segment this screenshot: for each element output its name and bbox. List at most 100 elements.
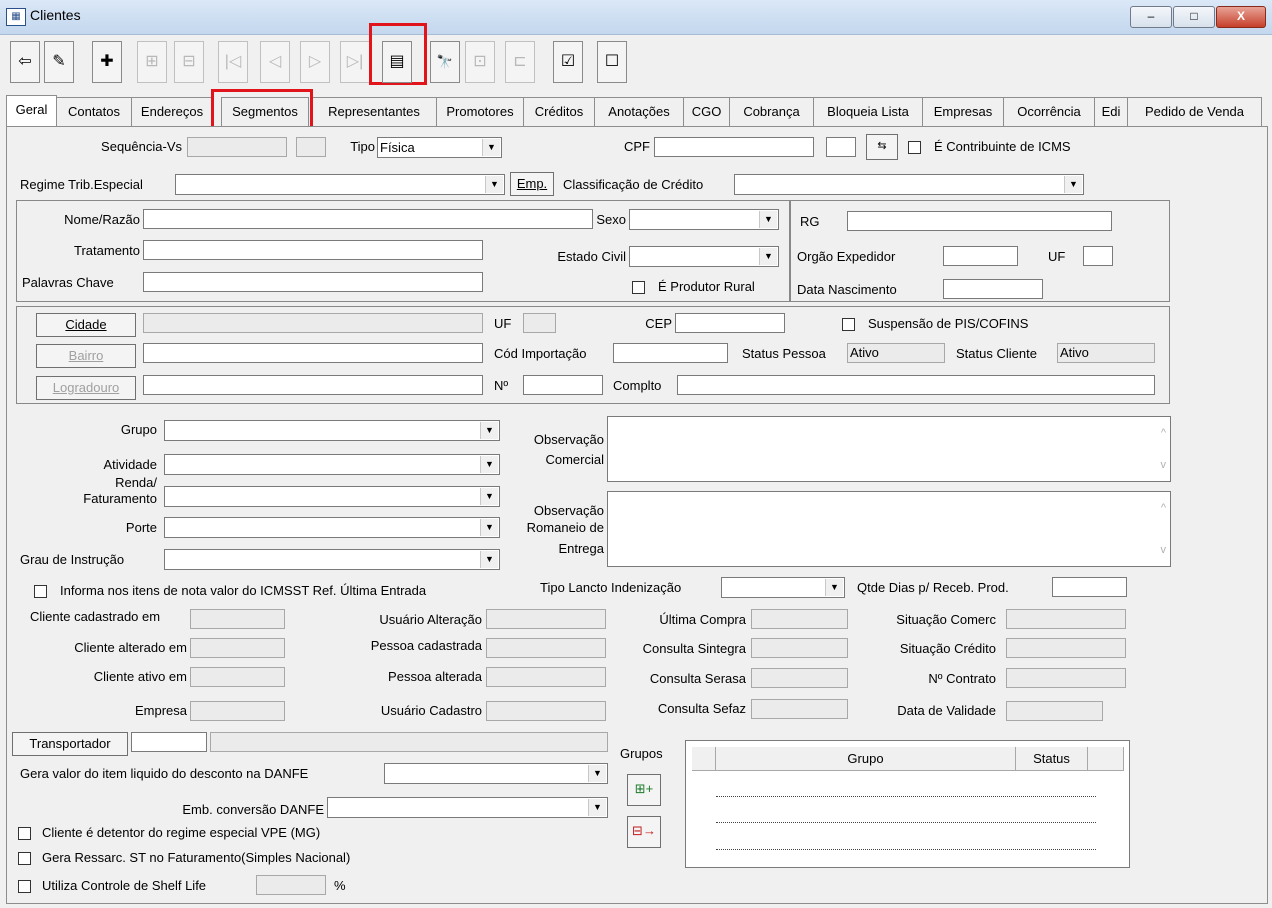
complto-input[interactable] bbox=[677, 375, 1155, 395]
minimize-button[interactable]: – bbox=[1130, 6, 1172, 28]
tab-empresas[interactable]: Empresas bbox=[922, 97, 1004, 126]
scroll-up-icon[interactable]: ^ bbox=[1161, 502, 1166, 514]
grid-header-grupo[interactable]: Grupo bbox=[716, 747, 1016, 771]
sexo-select[interactable]: ▼ bbox=[629, 209, 779, 230]
cidade-button[interactable]: Cidade bbox=[36, 313, 136, 337]
table-row[interactable] bbox=[716, 796, 1096, 798]
next-record-icon[interactable]: ▷ bbox=[300, 41, 330, 83]
insert-icon[interactable]: ⊞ bbox=[137, 41, 167, 83]
qtde-dias-input[interactable] bbox=[1052, 577, 1127, 597]
nascimento-input[interactable] bbox=[943, 279, 1043, 299]
cidade-field bbox=[143, 313, 483, 333]
numero-input[interactable] bbox=[523, 375, 603, 395]
uf-rg-input[interactable] bbox=[1083, 246, 1113, 266]
regime-select[interactable]: ▼ bbox=[175, 174, 505, 195]
vpe-label: Cliente é detentor do regime especial VP… bbox=[42, 825, 321, 840]
grupo-select[interactable]: ▼ bbox=[164, 420, 500, 441]
obs-comercial-textarea[interactable]: ^ v bbox=[607, 416, 1171, 482]
exit-icon[interactable]: ⇦ bbox=[10, 41, 40, 83]
tab-bloqueia-lista[interactable]: Bloqueia Lista bbox=[813, 97, 923, 126]
maximize-button[interactable]: □ bbox=[1173, 6, 1215, 28]
produtor-checkbox[interactable] bbox=[632, 281, 645, 294]
emb-conversao-select[interactable]: ▼ bbox=[327, 797, 608, 818]
bairro-input[interactable] bbox=[143, 343, 483, 363]
close-button[interactable]: X bbox=[1216, 6, 1266, 28]
transportador-button[interactable]: Transportador bbox=[12, 732, 128, 756]
edit-grid-icon[interactable]: ⊡ bbox=[465, 41, 495, 83]
tab-promotores[interactable]: Promotores bbox=[436, 97, 524, 126]
tab-pedido-de-venda[interactable]: Pedido de Venda bbox=[1127, 97, 1262, 126]
usuario-cad-label: Usuário Cadastro bbox=[380, 703, 482, 718]
chevron-down-icon: ▼ bbox=[1064, 176, 1082, 193]
grau-select[interactable]: ▼ bbox=[164, 549, 500, 570]
emp-button[interactable]: Emp. bbox=[510, 172, 554, 196]
nome-input[interactable] bbox=[143, 209, 593, 229]
tipo-lancto-select[interactable]: ▼ bbox=[721, 577, 845, 598]
contribuinte-checkbox[interactable] bbox=[908, 141, 921, 154]
eraser-icon[interactable]: ✎ bbox=[44, 41, 74, 83]
gera-valor-select[interactable]: ▼ bbox=[384, 763, 608, 784]
tab-creditos[interactable]: Créditos bbox=[523, 97, 595, 126]
uncheck-list-icon[interactable]: ☐ bbox=[597, 41, 627, 83]
obs-comercial-label-2: Comercial bbox=[545, 452, 604, 467]
last-record-icon[interactable]: ▷| bbox=[340, 41, 370, 83]
table-row[interactable] bbox=[716, 849, 1096, 851]
transportador-code-input[interactable] bbox=[131, 732, 207, 752]
orgao-label: Orgão Expedidor bbox=[797, 249, 896, 264]
cpf-digit-input[interactable] bbox=[826, 137, 856, 157]
tab-anotacoes[interactable]: Anotações bbox=[594, 97, 684, 126]
tab-representantes[interactable]: Representantes bbox=[311, 97, 437, 126]
list-view-icon[interactable]: ▤ bbox=[382, 41, 412, 83]
icmsst-checkbox[interactable] bbox=[34, 585, 47, 598]
binoculars-icon[interactable]: 🔭 bbox=[430, 41, 460, 83]
tab-geral[interactable]: Geral bbox=[6, 95, 57, 127]
produtor-label: É Produtor Rural bbox=[658, 279, 755, 294]
tab-cgo[interactable]: CGO bbox=[683, 97, 730, 126]
cpf-input[interactable] bbox=[654, 137, 814, 157]
uf-rg-label: UF bbox=[1048, 249, 1066, 264]
export-grid-icon[interactable]: ⊏ bbox=[505, 41, 535, 83]
tab-edi[interactable]: Edi bbox=[1094, 97, 1128, 126]
tab-contatos[interactable]: Contatos bbox=[56, 97, 132, 126]
scroll-down-icon[interactable]: v bbox=[1161, 459, 1167, 471]
bairro-button[interactable]: Bairro bbox=[36, 344, 136, 368]
vpe-checkbox[interactable] bbox=[18, 827, 31, 840]
delete-icon[interactable]: ⊟ bbox=[174, 41, 204, 83]
palavras-input[interactable] bbox=[143, 272, 483, 292]
tratamento-input[interactable] bbox=[143, 240, 483, 260]
tab-cobranca[interactable]: Cobrança bbox=[729, 97, 814, 126]
remove-group-icon[interactable]: ⊟→ bbox=[627, 816, 661, 848]
classificacao-select[interactable]: ▼ bbox=[734, 174, 1084, 195]
scroll-down-icon[interactable]: v bbox=[1161, 544, 1167, 556]
add-record-icon[interactable]: ✚ bbox=[92, 41, 122, 83]
tab-ocorrencia[interactable]: Ocorrência bbox=[1003, 97, 1095, 126]
tipo-select[interactable]: Física ▼ bbox=[377, 137, 502, 158]
pis-checkbox[interactable] bbox=[842, 318, 855, 331]
logradouro-input[interactable] bbox=[143, 375, 483, 395]
checklist-icon[interactable]: ☑ bbox=[553, 41, 583, 83]
rg-input[interactable] bbox=[847, 211, 1112, 231]
add-group-icon[interactable]: ⊞+ bbox=[627, 774, 661, 806]
table-row[interactable] bbox=[716, 822, 1096, 824]
logradouro-button[interactable]: Logradouro bbox=[36, 376, 136, 400]
chevron-down-icon: ▼ bbox=[482, 139, 500, 156]
tab-enderecos[interactable]: Endereços bbox=[131, 97, 213, 126]
shelf-life-checkbox[interactable] bbox=[18, 880, 31, 893]
orgao-input[interactable] bbox=[943, 246, 1018, 266]
atividade-select[interactable]: ▼ bbox=[164, 454, 500, 475]
obs-romaneio-textarea[interactable]: ^ v bbox=[607, 491, 1171, 567]
cod-import-input[interactable] bbox=[613, 343, 728, 363]
renda-select[interactable]: ▼ bbox=[164, 486, 500, 507]
scroll-up-icon[interactable]: ^ bbox=[1161, 427, 1166, 439]
ressarc-checkbox[interactable] bbox=[18, 852, 31, 865]
previous-record-icon[interactable]: ◁ bbox=[260, 41, 290, 83]
first-record-icon[interactable]: |◁ bbox=[218, 41, 248, 83]
grid-header-status[interactable]: Status bbox=[1016, 747, 1088, 771]
cep-input[interactable] bbox=[675, 313, 785, 333]
porte-select[interactable]: ▼ bbox=[164, 517, 500, 538]
cpf-lookup-icon[interactable]: ⇆ bbox=[866, 134, 898, 160]
percent-label: % bbox=[334, 878, 346, 893]
estado-civil-select[interactable]: ▼ bbox=[629, 246, 779, 267]
pessoa-alt-label: Pessoa alterada bbox=[388, 669, 482, 684]
pessoa-alt-field bbox=[486, 667, 606, 687]
